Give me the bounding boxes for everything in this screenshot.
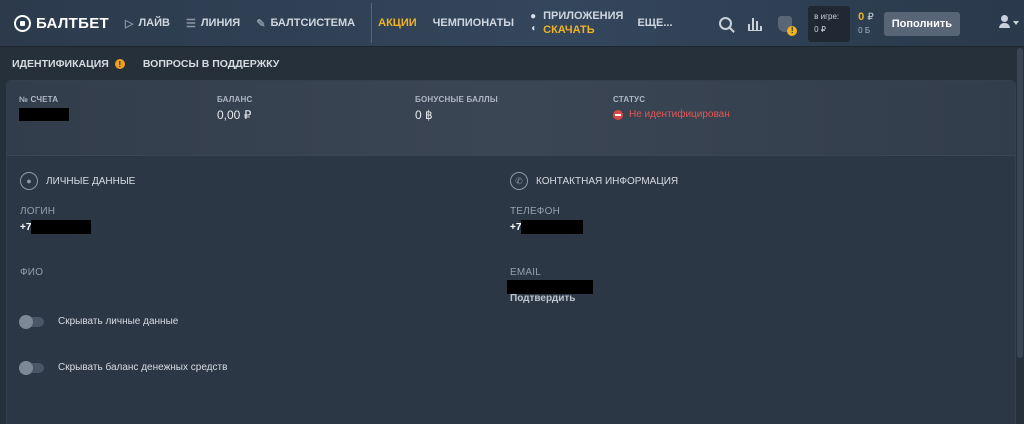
tab-identification-label: ИДЕНТИФИКАЦИЯ (12, 58, 109, 70)
in-game-value: 0 ₽ (814, 24, 826, 34)
search-button[interactable] (716, 15, 734, 33)
bonus-amount: 0 Б (858, 25, 871, 35)
balance-value: 0,00 ₽ (217, 108, 252, 122)
top-navigation-bar: БАЛТБЕТ ▷ ЛАЙВ ☰ ЛИНИЯ ✎ БАЛТСИСТЕМА АКЦ… (0, 0, 1024, 47)
nav-apps-download[interactable]: СКАЧАТЬ (543, 23, 623, 37)
shield-icon: ! (778, 15, 798, 36)
tab-support-label: ВОПРОСЫ В ПОДДЕРЖКУ (142, 58, 280, 70)
phone-prefix: +7 (510, 221, 522, 233)
nav-apps-label: ПРИЛОЖЕНИЯ (543, 10, 624, 22)
page-scrollbar[interactable] (1017, 48, 1023, 358)
balance-block: БАЛАНС 0,00 ₽ (217, 95, 252, 122)
apps-icons: ● ◖ (530, 11, 536, 35)
status-text: Не идентифицирован (629, 109, 730, 120)
bar-chart-icon (748, 17, 763, 31)
account-number-label: № СЧЕТА (19, 95, 59, 104)
balance-currency: ₽ (867, 11, 874, 23)
nav-promotions[interactable]: АКЦИИ (378, 0, 417, 47)
logo[interactable]: БАЛТБЕТ (14, 0, 109, 47)
email-redacted (507, 280, 593, 294)
balance-label: БАЛАНС (217, 95, 253, 104)
nav-promotions-label: АКЦИИ (378, 17, 417, 29)
phone-icon: ✆ (510, 172, 528, 190)
blocked-icon (613, 109, 623, 120)
play-icon: ▷ (124, 17, 134, 30)
login-prefix: +7 (20, 221, 32, 233)
account-number-redacted (19, 108, 69, 121)
account-number-block: № СЧЕТА (19, 95, 69, 126)
nav-live-label: ЛАЙВ (138, 17, 170, 29)
status-label: СТАТУС (613, 95, 646, 104)
stats-button[interactable] (746, 15, 764, 33)
topup-button[interactable]: Пополнить (883, 11, 960, 36)
login-label: ЛОГИН (20, 206, 56, 217)
fio-label: ФИО (20, 267, 44, 278)
apple-icon: ● (530, 11, 537, 22)
account-summary: № СЧЕТА БАЛАНС 0,00 ₽ БОНУСНЫЕ БАЛЛЫ 0 ฿… (7, 81, 1015, 156)
nav-championships[interactable]: ЧЕМПИОНАТЫ (433, 0, 514, 47)
in-game-box: в игре: 0 ₽ (808, 5, 851, 42)
status-value[interactable]: Не идентифицирован (613, 109, 730, 120)
phone-redacted (521, 220, 584, 234)
confirm-email-link[interactable]: Подтвердить (510, 293, 575, 304)
nav-baltsystem[interactable]: ✎ БАЛТСИСТЕМА (256, 0, 355, 47)
phone-label: ТЕЛЕФОН (510, 206, 561, 217)
hide-personal-toggle-row: Скрывать личные данные (19, 314, 179, 329)
contact-info-title: КОНТАКТНАЯ ИНФОРМАЦИЯ (536, 175, 679, 187)
phone-value: +7 (510, 220, 584, 234)
email-label: EMAIL (510, 267, 542, 278)
person-icon: ● (20, 172, 38, 190)
profile-card: № СЧЕТА БАЛАНС 0,00 ₽ БОНУСНЫЕ БАЛЛЫ 0 ฿… (6, 80, 1016, 424)
login-value: +7 (20, 220, 92, 234)
hide-personal-toggle[interactable] (19, 314, 44, 329)
nav-divider (371, 3, 373, 43)
profile-subtabs: ИДЕНТИФИКАЦИЯ ! ВОПРОСЫ В ПОДДЕРЖКУ (12, 58, 297, 70)
personal-data-title: ЛИЧНЫЕ ДАННЫЕ (46, 175, 136, 187)
main-nav: ▷ ЛАЙВ ☰ ЛИНИЯ ✎ БАЛТСИСТЕМА АКЦИИ ЧЕМПИ… (125, 0, 689, 47)
hide-balance-label: Скрывать баланс денежных средств (58, 362, 228, 373)
list-icon: ☰ (185, 17, 196, 30)
contact-info-header: ✆ КОНТАКТНАЯ ИНФОРМАЦИЯ (510, 172, 678, 190)
bonus-label: БОНУСНЫЕ БАЛЛЫ (415, 95, 498, 104)
nav-more[interactable]: ЕЩЕ... (637, 0, 672, 47)
header-balance: 0 ₽ 0 Б (858, 11, 874, 37)
chevron-down-icon (1013, 21, 1019, 25)
nav-baltsystem-label: БАЛТСИСТЕМА (270, 17, 356, 29)
hide-personal-label: Скрывать личные данные (58, 316, 179, 327)
login-redacted (31, 220, 92, 234)
user-menu-icon[interactable] (998, 15, 1019, 29)
header-tools: ! в игре: 0 ₽ 0 ₽ 0 Б Пополнить (716, 0, 1024, 47)
guitar-icon: ✎ (256, 17, 266, 30)
android-icon: ◖ (530, 23, 537, 34)
search-icon (718, 17, 732, 30)
logo-text: БАЛТБЕТ (36, 14, 109, 32)
tab-support-questions[interactable]: ВОПРОСЫ В ПОДДЕРЖКУ (143, 58, 279, 70)
balance-amount: 0 (858, 10, 865, 23)
identification-status-button[interactable]: ! (776, 15, 798, 36)
nav-line[interactable]: ☰ ЛИНИЯ (186, 0, 240, 47)
nav-line-label: ЛИНИЯ (200, 17, 241, 29)
personal-data-header: ● ЛИЧНЫЕ ДАННЫЕ (20, 172, 135, 190)
nav-championships-label: ЧЕМПИОНАТЫ (432, 17, 515, 29)
hide-balance-toggle-row: Скрывать баланс денежных средств (19, 360, 228, 375)
hide-balance-toggle[interactable] (19, 360, 44, 375)
logo-icon (14, 14, 31, 32)
tab-identification[interactable]: ИДЕНТИФИКАЦИЯ ! (12, 58, 125, 70)
in-game-label: в игре: (814, 11, 840, 21)
warning-icon: ! (114, 59, 125, 69)
bonus-value: 0 ฿ (415, 108, 433, 122)
nav-more-label: ЕЩЕ... (637, 17, 673, 29)
nav-apps[interactable]: ● ◖ ПРИЛОЖЕНИЯ СКАЧАТЬ (530, 9, 623, 37)
warning-badge: ! (787, 25, 798, 36)
status-block: СТАТУС Не идентифицирован (613, 95, 730, 120)
bonus-block: БОНУСНЫЕ БАЛЛЫ 0 ฿ (415, 95, 498, 122)
nav-live[interactable]: ▷ ЛАЙВ (125, 0, 170, 47)
